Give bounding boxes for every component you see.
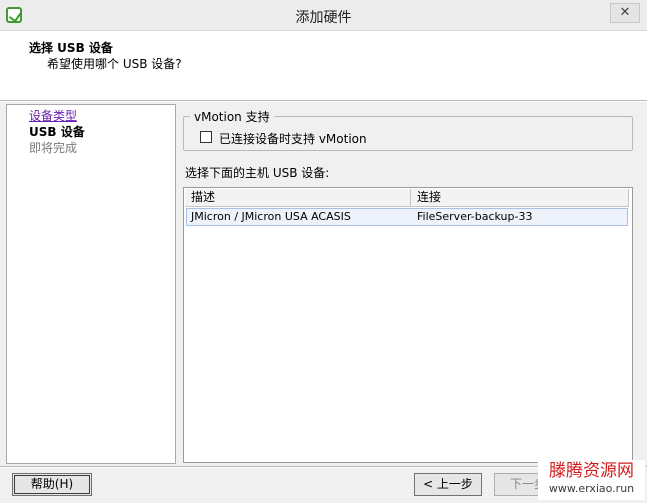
usb-device-list[interactable]: 描述 连接 JMicron / JMicron USA ACASIS FileS… (183, 187, 633, 463)
header-divider (0, 100, 647, 102)
watermark-title: 滕腾资源网 (549, 461, 634, 481)
page-subtitle: 希望使用哪个 USB 设备? (47, 57, 182, 71)
vmotion-checkbox[interactable] (200, 131, 212, 143)
page-title: 选择 USB 设备 (29, 41, 113, 55)
vmotion-group-label: vMotion 支持 (190, 108, 274, 125)
device-list-label: 选择下面的主机 USB 设备: (185, 166, 330, 180)
step-usb-device: USB 设备 (29, 125, 85, 139)
step-ready-to-complete: 即将完成 (29, 141, 78, 155)
column-header-connection[interactable]: 连接 (411, 189, 629, 207)
title-bar: 添加硬件 ✕ (0, 0, 647, 31)
wizard-header: 选择 USB 设备 希望使用哪个 USB 设备? (0, 31, 647, 101)
wizard-steps-panel: 设备类型 USB 设备 即将完成 (6, 104, 176, 464)
window-title: 添加硬件 (295, 10, 352, 26)
row-connection-cell: FileServer-backup-33 (417, 210, 533, 223)
step-device-type[interactable]: 设备类型 (29, 107, 77, 124)
help-button[interactable]: 帮助(H) (12, 473, 92, 496)
table-row[interactable]: JMicron / JMicron USA ACASIS FileServer-… (186, 208, 628, 226)
watermark-url: www.erxiao.run (548, 482, 635, 495)
vmotion-checkbox-label[interactable]: 已连接设备时支持 vMotion (219, 130, 367, 147)
close-button[interactable]: ✕ (610, 3, 640, 23)
back-button[interactable]: < 上一步 (414, 473, 482, 496)
watermark-logo: 滕腾资源网 www.erxiao.run (538, 460, 645, 500)
column-header-description[interactable]: 描述 (185, 189, 411, 207)
row-description-cell: JMicron / JMicron USA ACASIS (191, 210, 351, 223)
